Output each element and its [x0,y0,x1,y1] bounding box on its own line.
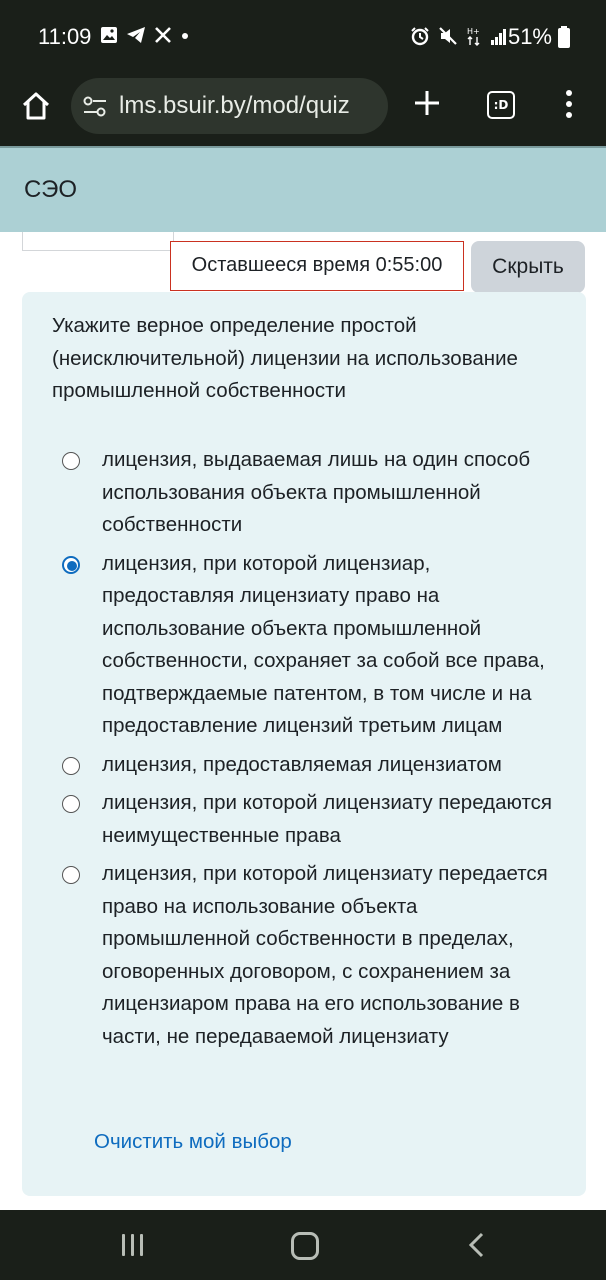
notification-icons [100,26,190,44]
quiz-page: Оставшееся время 0:55:00 Скрыть Укажите … [0,232,606,1210]
status-time: 11:09 [38,24,92,49]
site-header: СЭО [0,146,606,234]
status-bar: 11:09 H+ 51% [0,0,606,76]
radio-button[interactable] [62,795,80,813]
answer-label[interactable]: лицензия, при которой лицензиату передаю… [102,787,562,852]
tune-icon[interactable] [83,96,107,118]
answer-list: лицензия, выдаваемая лишь на один способ… [62,444,562,1059]
tabs-icon[interactable]: :D [487,91,515,119]
system-nav-bar [0,1210,606,1280]
x-icon [155,27,171,43]
home-nav-icon[interactable] [291,1232,319,1260]
previous-field [22,232,174,251]
alarm-icon [411,27,429,46]
svg-text:H+: H+ [467,27,480,36]
answer-option-2[interactable]: лицензия, при которой лицензиар, предост… [62,548,562,743]
hide-timer-button[interactable]: Скрыть [471,241,585,293]
url-text[interactable]: lms.bsuir.by/mod/quiz [119,92,350,120]
radio-button-selected[interactable] [62,555,80,574]
battery-icon [558,26,570,48]
gallery-icon [101,27,117,43]
answer-label[interactable]: лицензия, при которой лицензиату передае… [102,858,562,1053]
question-box: Укажите верное определение простой (неис… [22,292,586,1196]
mute-icon [439,27,457,45]
answer-label[interactable]: лицензия, выдаваемая лишь на один способ… [102,444,562,542]
question-text: Укажите верное определение простой (неис… [52,314,518,402]
telegram-icon [127,27,145,43]
recent-apps-icon[interactable] [122,1234,148,1256]
system-icons: H+ [410,26,508,46]
site-title[interactable]: СЭО [24,176,77,204]
answer-option-4[interactable]: лицензия, при которой лицензиату передаю… [62,787,562,852]
data-h-plus-icon: H+ [467,27,480,46]
plus-icon[interactable] [412,88,442,118]
answer-label[interactable]: лицензия, при которой лицензиар, предост… [102,548,562,743]
back-icon[interactable] [466,1232,486,1258]
address-bar[interactable]: lms.bsuir.by/mod/quiz [71,78,388,134]
more-vert-icon[interactable] [565,90,573,120]
browser-toolbar: lms.bsuir.by/mod/quiz :D [0,76,606,146]
battery-percent: 51% [507,24,552,49]
answer-label[interactable]: лицензия, предоставляемая лицензиатом [102,749,562,782]
quiz-timer: Оставшееся время 0:55:00 [170,241,464,291]
radio-button[interactable] [62,452,80,470]
radio-button[interactable] [62,756,80,775]
clear-choice-link[interactable]: Очистить мой выбор [94,1130,292,1154]
answer-option-5[interactable]: лицензия, при которой лицензиату передае… [62,858,562,1053]
signal-icon [491,29,506,45]
home-icon[interactable] [20,90,52,122]
dot-icon [182,33,188,39]
answer-option-3[interactable]: лицензия, предоставляемая лицензиатом [62,749,562,782]
answer-option-1[interactable]: лицензия, выдаваемая лишь на один способ… [62,444,562,542]
radio-button[interactable] [62,866,80,884]
